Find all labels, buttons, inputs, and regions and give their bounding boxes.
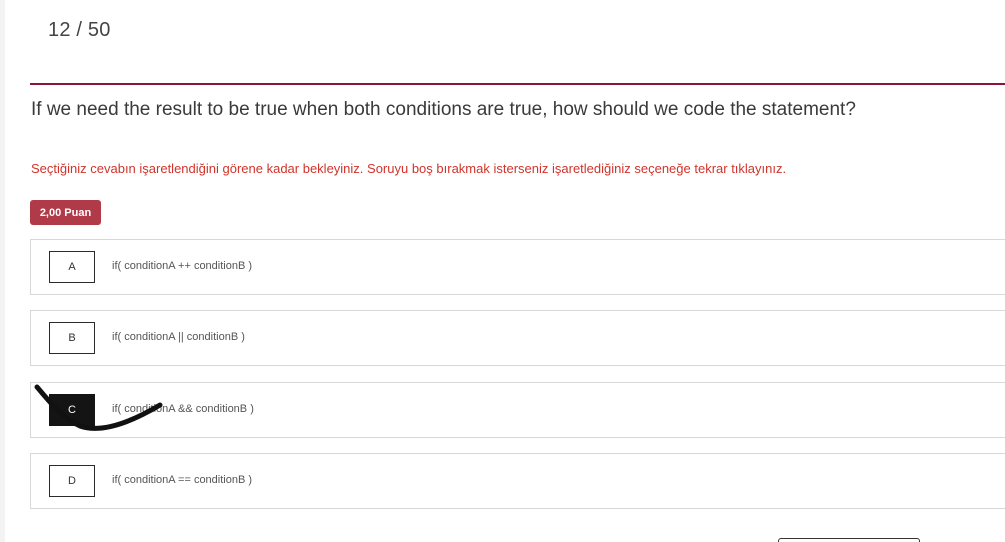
option-b[interactable]: B if( conditionA || conditionB ) [30, 310, 1005, 366]
question-counter: 12 / 50 [48, 19, 111, 41]
option-letter-c[interactable]: C [49, 394, 95, 426]
exam-page: 12 / 50 If we need the result to be true… [0, 0, 1005, 542]
option-letter-a[interactable]: A [49, 251, 95, 283]
points-badge: 2,00 Puan [30, 200, 101, 225]
option-text-b: if( conditionA || conditionB ) [112, 331, 245, 343]
option-text-c: if( conditionA && conditionB ) [112, 403, 254, 415]
option-c[interactable]: C if( conditionA && conditionB ) [30, 382, 1005, 438]
left-rail [0, 0, 5, 542]
option-letter-d[interactable]: D [49, 465, 95, 497]
question-text: If we need the result to be true when bo… [31, 99, 856, 120]
next-button[interactable] [778, 538, 920, 542]
instruction-warning: Seçtiğiniz cevabın işaretlendiğini gören… [31, 161, 787, 176]
option-a[interactable]: A if( conditionA ++ conditionB ) [30, 239, 1005, 295]
option-d[interactable]: D if( conditionA == conditionB ) [30, 453, 1005, 509]
option-letter-b[interactable]: B [49, 322, 95, 354]
header-divider [30, 83, 1005, 85]
option-text-a: if( conditionA ++ conditionB ) [112, 260, 253, 272]
option-text-d: if( conditionA == conditionB ) [112, 474, 253, 486]
